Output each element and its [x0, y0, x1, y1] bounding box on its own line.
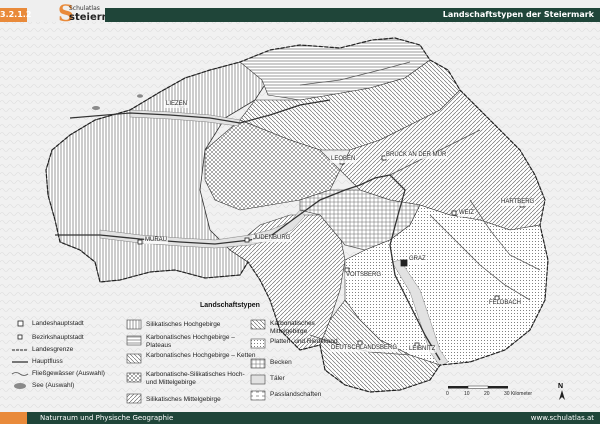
legend-mixed: Karbonatische-Silikatisches Hoch- und Mi… [146, 371, 245, 386]
legend-fliessgewaesser: Fließgewässer (Auswahl) [32, 370, 105, 377]
label-hartberg: HARTBERG [500, 199, 536, 206]
scale-tick-0: 0 [446, 391, 449, 397]
label-judenburg: JUDENBURG [252, 235, 292, 242]
town-judenburg [244, 237, 250, 243]
legend-karbonatisches-mittelgebirge: Karbonatisches Mittelgebirge [270, 320, 315, 335]
scale-tick-20: 20 [484, 391, 490, 397]
legend-hauptfluss: Hauptfluss [32, 358, 63, 365]
legend-becken: Becken [270, 359, 292, 366]
label-deutschlandsberg: DEUTSCHLANDSBERG [330, 345, 399, 352]
label-feldbach: FELDBACH [488, 300, 523, 307]
north-label: N [558, 383, 564, 390]
label-voitsberg: VOITSBERG [345, 272, 383, 279]
label-bruck: BRUCK AN DER MUR [385, 152, 448, 159]
north-arrow: N [558, 383, 565, 400]
label-leoben: LEOBEN [330, 156, 357, 163]
lake-2 [137, 94, 143, 98]
label-liezen: LIEZEN [165, 101, 189, 108]
legend-see: See (Auswahl) [32, 382, 75, 389]
legend-silikatisches-mittelgebirge: Silikatisches Mittelgebirge [146, 396, 221, 403]
legend-riedelland: Platten- und Riedelland [270, 338, 338, 345]
scale-tick-30: 30 Kilometer [504, 391, 533, 397]
legend-landesgrenze: Landesgrenze [32, 346, 74, 353]
legend-right-swatches [250, 319, 266, 401]
town-weiz [451, 210, 457, 216]
lake-1 [92, 106, 100, 110]
scale-tick-10: 10 [464, 391, 470, 397]
legend-passlandschaften: Passlandschaften [270, 391, 322, 398]
legend-taeler: Täler [270, 375, 285, 382]
town-graz [400, 259, 408, 267]
legend-landeshauptstadt: Landeshauptstadt [32, 320, 84, 327]
legend-plateaus: Karbonatisches Hochgebirge – Plateaus [146, 334, 235, 349]
footer-chapter: Naturraum und Physische Geographie [40, 414, 174, 422]
legend-ketten: Karbonatisches Hochgebirge – Ketten [146, 352, 256, 359]
footer-accent [0, 412, 27, 424]
label-graz: GRAZ [408, 256, 427, 263]
legend-middle-swatches [126, 319, 142, 404]
north-arrow-icon [559, 390, 565, 400]
town-murau [137, 239, 143, 245]
label-leibnitz: LEIBNITZ [408, 346, 437, 353]
legend-title: Landschaftstypen [200, 302, 260, 309]
footer-bar: Naturraum und Physische Geographie www.s… [0, 412, 600, 424]
footer-url[interactable]: www.schulatlas.at [531, 412, 594, 424]
map-page: 3.2.1.2 S Schulatlas steiermark Landscha… [0, 0, 600, 424]
label-weiz: WEIZ [458, 210, 475, 217]
label-murau: MURAU [144, 237, 168, 244]
legend-bezirkshauptstadt: Bezirkshauptstadt [32, 334, 84, 341]
legend-silikatisches-hochgebirge: Silikatisches Hochgebirge [146, 321, 221, 328]
